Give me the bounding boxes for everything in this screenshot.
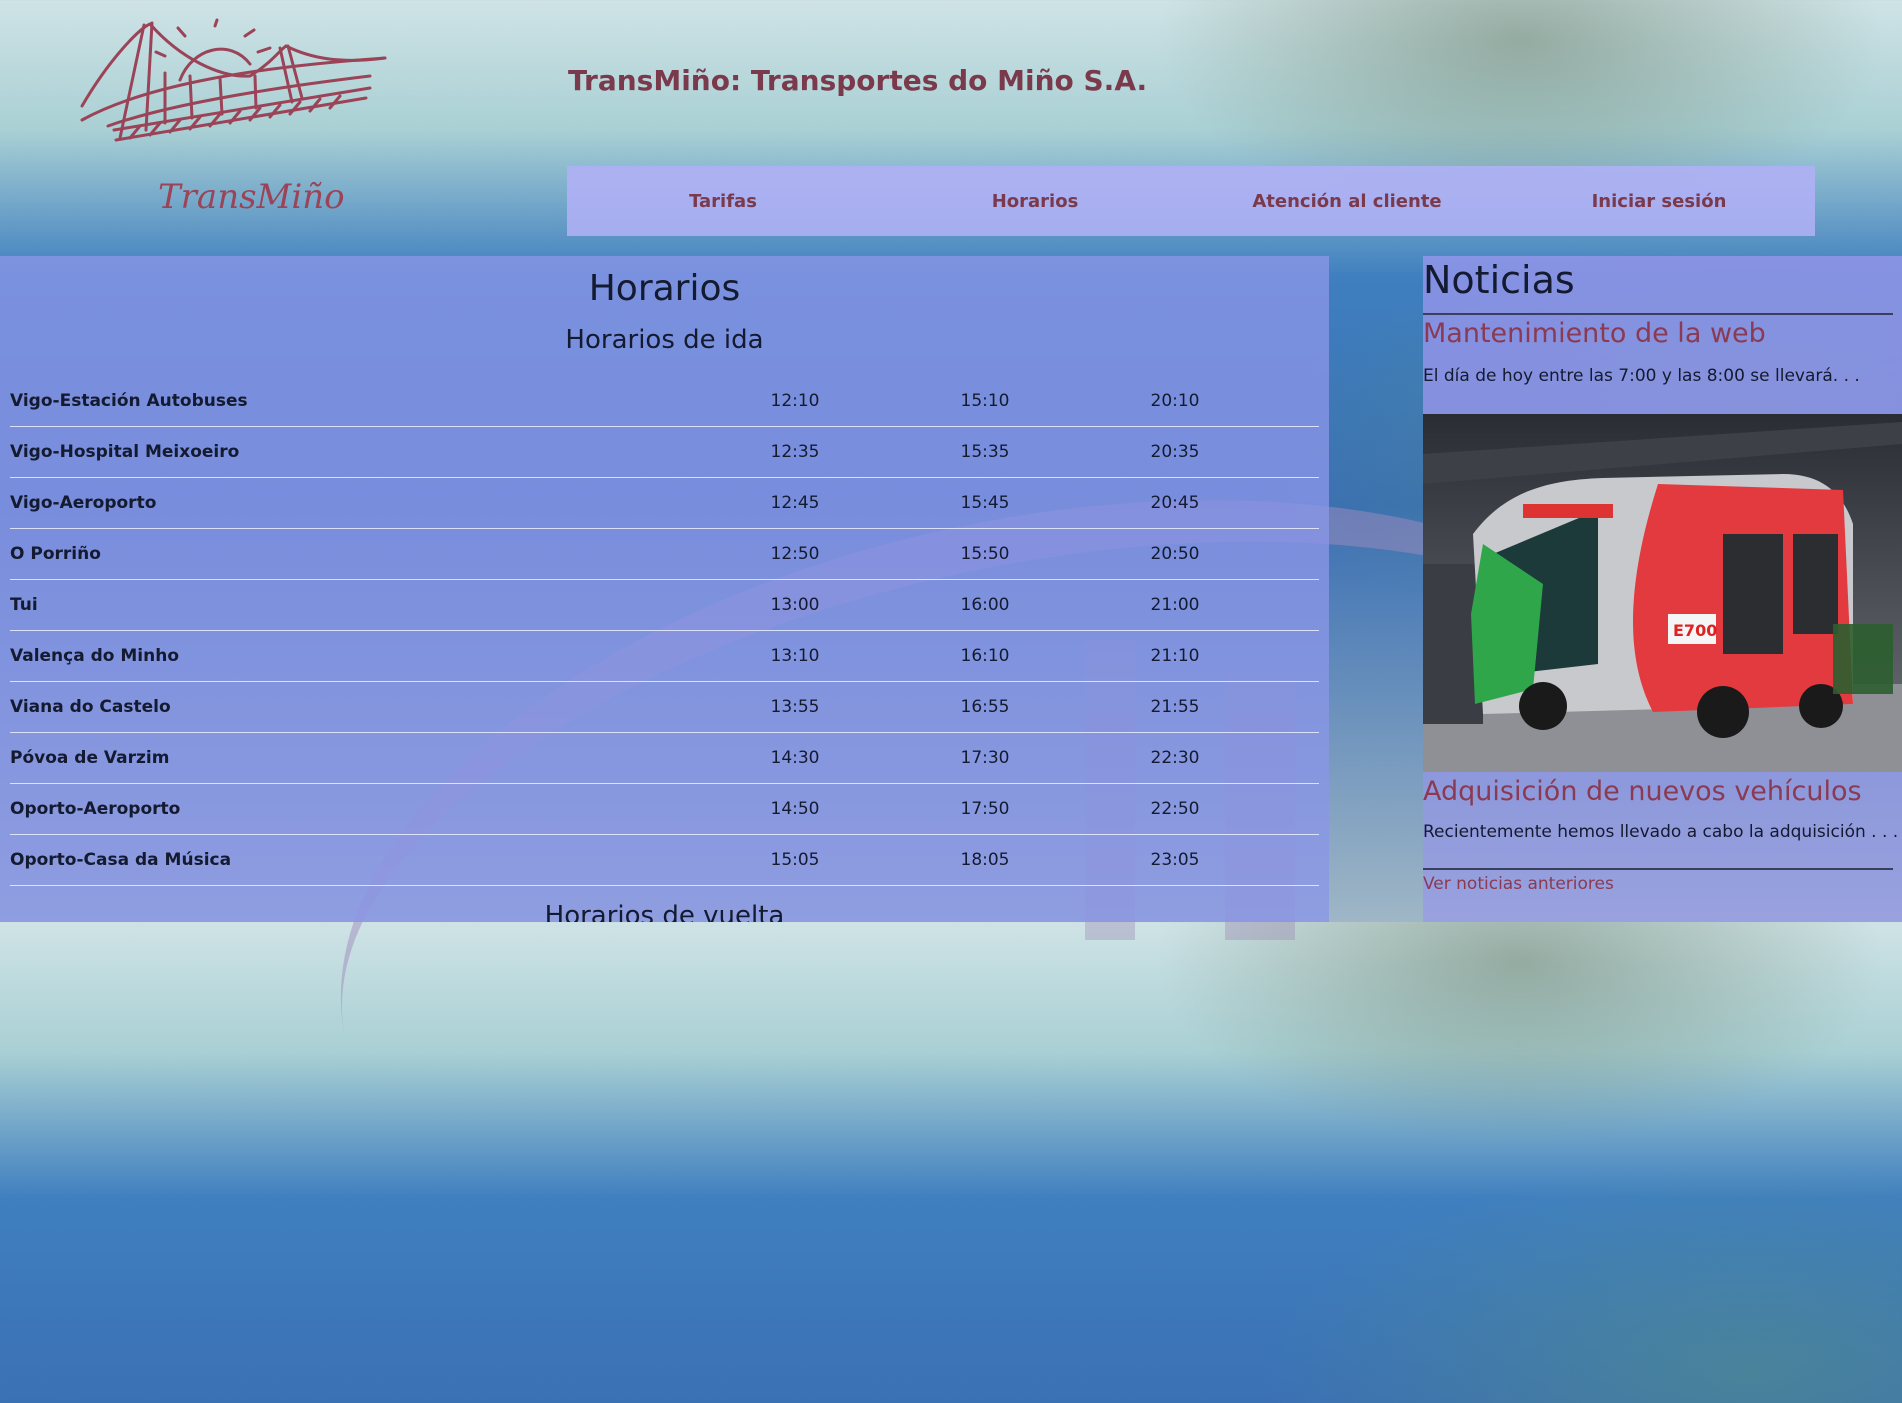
divider — [1423, 313, 1893, 315]
main-nav: Tarifas Horarios Atención al cliente Ini… — [567, 166, 1815, 236]
departure-time: 16:55 — [890, 681, 1080, 733]
stop-name: Viana do Castelo — [10, 681, 700, 733]
news-item-excerpt: El día de hoy entre las 7:00 y las 8:00 … — [1423, 366, 1860, 386]
departure-time: 16:10 — [890, 630, 1080, 682]
bridge-logo-icon: TransMiño — [80, 18, 387, 217]
news-item-title[interactable]: Adquisición de nuevos vehículos — [1423, 776, 1862, 807]
departure-time: 20:10 — [1080, 376, 1270, 427]
stop-name: Tui — [10, 579, 700, 631]
departure-time: 14:50 — [700, 783, 890, 835]
departure-time: 15:45 — [890, 477, 1080, 529]
departure-time: 13:10 — [700, 630, 890, 682]
departure-time: 17:50 — [890, 783, 1080, 835]
outbound-schedule-title: Horarios de ida — [565, 325, 764, 355]
departure-time: 15:35 — [890, 426, 1080, 478]
departure-time: 20:50 — [1080, 528, 1270, 580]
departure-time: 21:00 — [1080, 579, 1270, 631]
departure-time: 15:10 — [890, 376, 1080, 427]
departure-time: 15:05 — [700, 834, 890, 886]
stop-name: Vigo-Estación Autobuses — [10, 376, 700, 427]
site-header: TransMiño TransMiño: Transportes do Miño… — [0, 0, 1902, 256]
logo-text: TransMiño — [158, 177, 345, 217]
news-item-title[interactable]: Mantenimiento de la web — [1423, 318, 1766, 349]
nav-iniciar-sesion[interactable]: Iniciar sesión — [1503, 166, 1815, 236]
more-news-link[interactable]: Ver noticias anteriores — [1423, 874, 1614, 894]
table-row: O Porriño 12:50 15:50 20:50 — [10, 528, 1319, 580]
table-row: Oporto-Casa da Música 15:05 18:05 23:05 — [10, 834, 1319, 886]
departure-time: 20:35 — [1080, 426, 1270, 478]
table-row: Tui 13:00 16:00 21:00 — [10, 579, 1319, 631]
bus-route-label: E700 — [1673, 621, 1717, 640]
news-title: Noticias — [1423, 258, 1575, 302]
table-row: Viana do Castelo 13:55 16:55 21:55 — [10, 681, 1319, 733]
table-row: Vigo-Hospital Meixoeiro 12:35 15:35 20:3… — [10, 426, 1319, 478]
table-row: Oporto-Aeroporto 14:50 17:50 22:50 — [10, 783, 1319, 835]
departure-time: 12:45 — [700, 477, 890, 529]
departure-time: 17:30 — [890, 732, 1080, 784]
departure-time: 22:30 — [1080, 732, 1270, 784]
stop-name: Valença do Minho — [10, 630, 700, 682]
bus-photo-icon: E700 — [1423, 414, 1902, 772]
outbound-schedule-table: Vigo-Estación Autobuses 12:10 15:10 20:1… — [10, 376, 1319, 886]
return-schedule-title: Horarios de vuelta — [544, 901, 785, 922]
departure-time: 16:00 — [890, 579, 1080, 631]
table-row: Valença do Minho 13:10 16:10 21:10 — [10, 630, 1319, 682]
schedule-title: Horarios — [588, 268, 741, 309]
departure-time: 12:35 — [700, 426, 890, 478]
departure-time: 14:30 — [700, 732, 890, 784]
departure-time: 21:55 — [1080, 681, 1270, 733]
departure-time: 22:50 — [1080, 783, 1270, 835]
stop-name: Oporto-Casa da Música — [10, 834, 700, 886]
table-row: Vigo-Aeroporto 12:45 15:45 20:45 — [10, 477, 1319, 529]
departure-time: 21:10 — [1080, 630, 1270, 682]
departure-time: 13:55 — [700, 681, 890, 733]
departure-time: 23:05 — [1080, 834, 1270, 886]
site-title: TransMiño: Transportes do Miño S.A. — [568, 64, 1148, 97]
stop-name: Vigo-Hospital Meixoeiro — [10, 426, 700, 478]
departure-time: 18:05 — [890, 834, 1080, 886]
nav-horarios[interactable]: Horarios — [879, 166, 1191, 236]
nav-tarifas[interactable]: Tarifas — [567, 166, 879, 236]
stop-name: Oporto-Aeroporto — [10, 783, 700, 835]
news-item-excerpt: Recientemente hemos llevado a cabo la ad… — [1423, 822, 1899, 842]
stop-name: Póvoa de Varzim — [10, 732, 700, 784]
departure-time: 12:10 — [700, 376, 890, 427]
divider — [1423, 868, 1893, 870]
departure-time: 20:45 — [1080, 477, 1270, 529]
departure-time: 12:50 — [700, 528, 890, 580]
news-panel: Noticias Mantenimiento de la web El día … — [1423, 256, 1902, 922]
schedule-panel: Horarios Horarios de ida Vigo-Estación A… — [0, 256, 1329, 922]
table-row: Vigo-Estación Autobuses 12:10 15:10 20:1… — [10, 376, 1319, 427]
table-row: Póvoa de Varzim 14:30 17:30 22:30 — [10, 732, 1319, 784]
site-logo[interactable]: TransMiño — [80, 18, 400, 228]
nav-atencion-cliente[interactable]: Atención al cliente — [1191, 166, 1503, 236]
news-bus-image: E700 — [1423, 414, 1902, 772]
departure-time: 13:00 — [700, 579, 890, 631]
stop-name: Vigo-Aeroporto — [10, 477, 700, 529]
stop-name: O Porriño — [10, 528, 700, 580]
departure-time: 15:50 — [890, 528, 1080, 580]
